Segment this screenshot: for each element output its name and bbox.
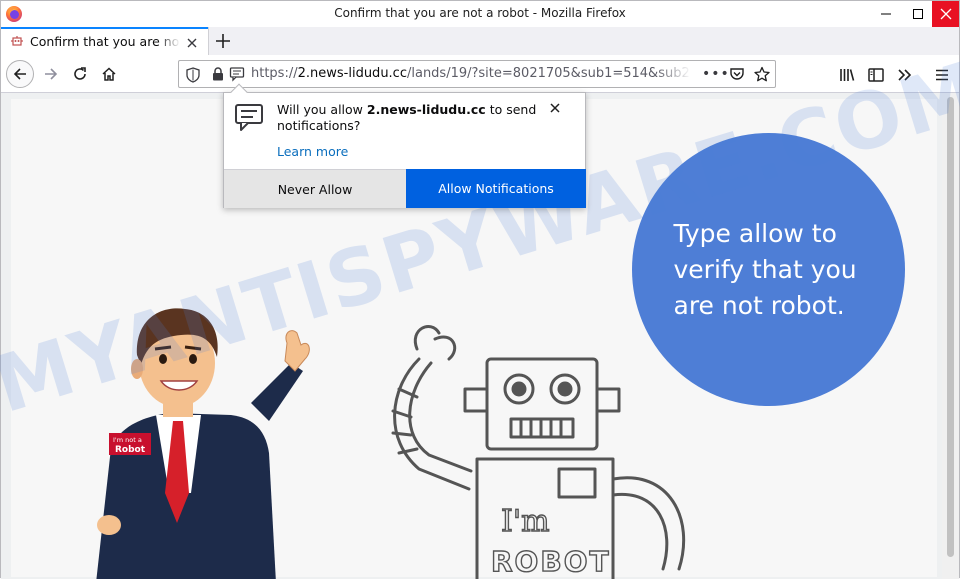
arrow-right-icon (45, 68, 58, 80)
url-scheme: https:// (251, 66, 298, 81)
close-window-button[interactable] (932, 1, 959, 27)
instruction-text: Type allow to verify that you are not ro… (673, 218, 857, 320)
popup-message-site: 2.news-lidudu.cc (366, 102, 486, 117)
tab-active[interactable]: Confirm that you are not a robot (1, 27, 208, 55)
pocket-icon[interactable] (729, 66, 745, 82)
minimize-button[interactable] (871, 1, 901, 27)
vertical-scrollbar[interactable] (942, 93, 959, 579)
overflow-chevron-icon[interactable] (895, 65, 915, 85)
waving-hand (284, 330, 310, 372)
title-bar: Confirm that you are not a robot - Mozil… (1, 1, 959, 27)
tab-title: Confirm that you are not a robot (30, 34, 180, 49)
lock-icon[interactable] (212, 67, 224, 81)
popup-message-prefix: Will you allow (277, 102, 367, 117)
ear (131, 359, 143, 379)
home-icon (102, 67, 116, 81)
url-bar[interactable]: https://2.news-lidudu.cc/lands/19/?site=… (178, 60, 776, 88)
url-host: 2.news-lidudu.cc (297, 66, 407, 81)
url-text[interactable]: https://2.news-lidudu.cc/lands/19/?site=… (251, 66, 691, 81)
businessman-arm (251, 363, 303, 421)
popup-close-icon[interactable] (548, 101, 562, 115)
page-actions-menu-icon[interactable]: ••• (702, 66, 730, 82)
tab-bar: Confirm that you are not a robot (1, 27, 959, 55)
home-button[interactable] (95, 60, 123, 88)
new-tab-icon[interactable] (213, 31, 233, 51)
instruction-bubble: Type allow to verify that you are not ro… (632, 133, 905, 406)
forward-button[interactable] (37, 60, 65, 88)
robot-text-line1: I'm (501, 504, 550, 539)
left-eye (159, 354, 167, 364)
robot-left-arm (393, 357, 471, 491)
tab-close-icon[interactable] (185, 36, 199, 50)
businessman-illustration: I'm not a Robot (96, 308, 310, 579)
url-path: /lands/19/?site=8021705&sub1=514&sub2= (406, 66, 691, 81)
robot-claw (413, 325, 457, 361)
reload-icon (74, 67, 86, 80)
robot-favicon-icon (11, 36, 23, 46)
robot-right-arm (611, 476, 686, 571)
hamburger-menu-icon[interactable] (932, 65, 952, 85)
tracking-protection-shield-icon[interactable] (186, 67, 200, 83)
back-button[interactable] (6, 60, 34, 88)
arrow-left-icon (13, 68, 26, 80)
library-icon[interactable] (837, 65, 857, 85)
notification-chat-icon (235, 104, 263, 131)
maximize-button[interactable] (903, 1, 933, 27)
bookmark-star-icon[interactable] (754, 66, 770, 82)
popup-message: Will you allow 2.news-lidudu.cc to send … (277, 102, 552, 134)
reload-button[interactable] (66, 60, 94, 88)
robot-sketch-illustration: I'm ROBOT (391, 325, 686, 579)
never-allow-button[interactable]: Never Allow (224, 169, 406, 208)
sidebar-icon[interactable] (866, 65, 886, 85)
right-eye (189, 354, 197, 364)
navigation-toolbar: https://2.news-lidudu.cc/lands/19/?site=… (1, 55, 959, 93)
badge-line1: I'm not a (113, 436, 142, 444)
notification-permission-popup: Will you allow 2.news-lidudu.cc to send … (223, 83, 586, 208)
allow-notifications-button[interactable]: Allow Notifications (406, 169, 586, 208)
badge-line2: Robot (115, 445, 146, 455)
maximize-icon (913, 9, 923, 19)
learn-more-link[interactable]: Learn more (277, 144, 348, 159)
close-icon (940, 8, 951, 20)
robot-text-line2: ROBOT (491, 545, 611, 578)
window-title: Confirm that you are not a robot - Mozil… (334, 6, 626, 20)
hip-hand (97, 515, 121, 535)
scrollbar-thumb[interactable] (947, 97, 954, 557)
notification-permission-icon[interactable] (229, 66, 245, 82)
minimize-icon (881, 13, 891, 15)
browser-window: Confirm that you are not a robot - Mozil… (0, 0, 960, 579)
